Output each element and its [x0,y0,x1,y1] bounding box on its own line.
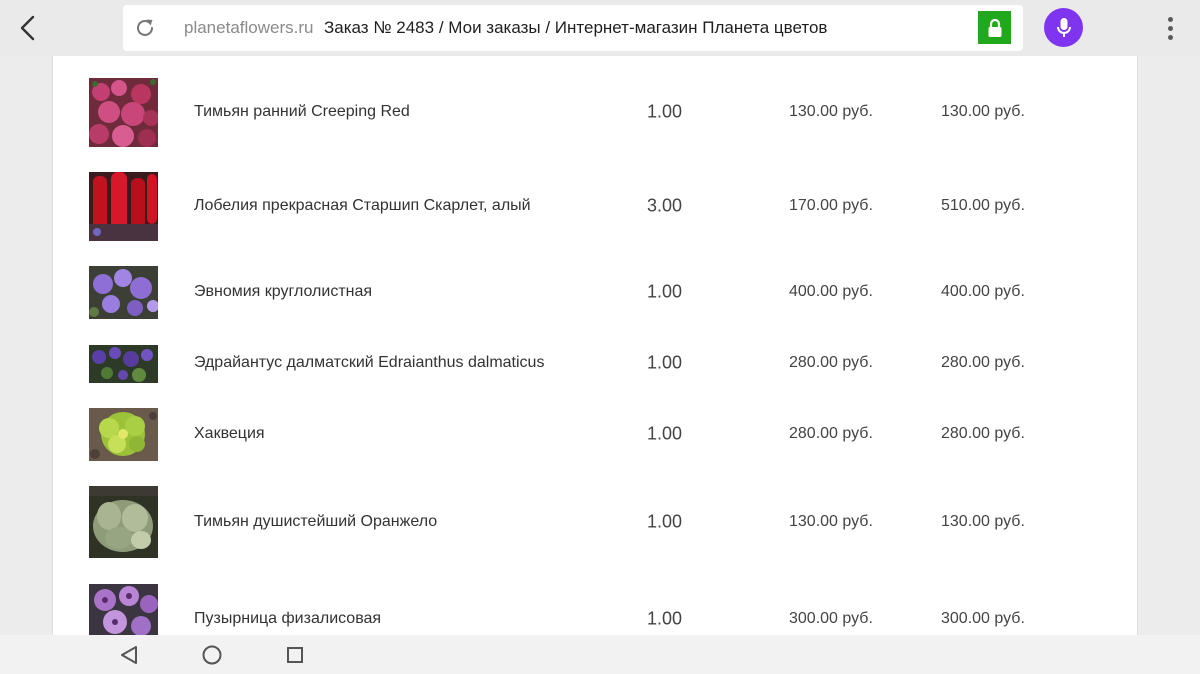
product-thumbnail[interactable] [89,78,158,147]
product-total: 130.00 руб. [941,103,1025,120]
circle-home-icon [202,645,222,665]
product-total: 130.00 руб. [941,513,1025,530]
product-total: 280.00 руб. [941,425,1025,442]
product-price: 300.00 руб. [789,610,873,627]
product-thumbnail[interactable] [89,584,158,635]
page-title: Заказ № 2483 / Мои заказы / Интернет-маг… [324,18,828,37]
product-price: 130.00 руб. [789,103,873,120]
menu-dot [1167,16,1173,22]
order-items-table: Тимьян ранний Creeping Red 1.00 130.00 р… [52,56,1138,635]
lock-icon [988,18,1001,37]
product-price: 130.00 руб. [789,513,873,530]
microphone-icon [1056,17,1071,37]
secure-connection-badge[interactable] [978,11,1011,44]
product-total: 300.00 руб. [941,610,1025,627]
product-thumbnail[interactable] [89,408,158,461]
product-quantity: 1.00 [647,511,683,532]
product-name[interactable]: Пузырница физалисовая [194,610,381,628]
nav-recents-button[interactable] [282,643,308,667]
menu-dot [1167,25,1173,31]
triangle-back-icon [121,646,137,664]
product-total: 400.00 руб. [941,283,1025,300]
chevron-left-icon [20,15,35,41]
product-thumbnail[interactable] [89,345,158,383]
url-domain: planetaflowers.ru [184,18,314,37]
product-price: 280.00 руб. [789,425,873,442]
product-thumbnail[interactable] [89,172,158,241]
product-name[interactable]: Эвномия круглолистная [194,283,372,301]
page-content: Тимьян ранний Creeping Red 1.00 130.00 р… [0,56,1200,635]
product-thumbnail[interactable] [89,266,158,319]
product-quantity: 1.00 [647,281,683,302]
browser-toolbar: planetaflowers.ru Заказ № 2483 / Мои зак… [0,0,1200,56]
product-total: 280.00 руб. [941,354,1025,371]
reload-icon[interactable] [133,16,157,40]
square-recents-icon [287,647,303,663]
product-name[interactable]: Лобелия прекрасная Старшип Скарлет, алый [194,197,531,215]
product-thumbnail[interactable] [89,486,158,558]
nav-back-button[interactable] [116,643,142,667]
product-name[interactable]: Эдрайантус далматский Edraianthus dalmat… [194,354,544,372]
more-vertical-icon[interactable] [1156,12,1184,44]
product-quantity: 1.00 [647,608,683,629]
nav-home-button[interactable] [199,643,225,667]
product-price: 280.00 руб. [789,354,873,371]
product-quantity: 1.00 [647,101,683,122]
product-name[interactable]: Тимьян душистейший Оранжело [194,513,437,531]
product-total: 510.00 руб. [941,197,1025,214]
product-quantity: 3.00 [647,195,683,216]
product-name[interactable]: Хаквеция [194,425,265,443]
product-quantity: 1.00 [647,352,683,373]
product-price: 400.00 руб. [789,283,873,300]
back-button[interactable] [10,10,46,46]
menu-dot [1167,34,1173,40]
product-quantity: 1.00 [647,423,683,444]
product-name[interactable]: Тимьян ранний Creeping Red [194,103,410,121]
product-price: 170.00 руб. [789,197,873,214]
system-navigation-bar [0,635,1200,674]
address-bar[interactable]: planetaflowers.ru Заказ № 2483 / Мои зак… [123,5,1023,51]
voice-search-button[interactable] [1044,8,1083,47]
